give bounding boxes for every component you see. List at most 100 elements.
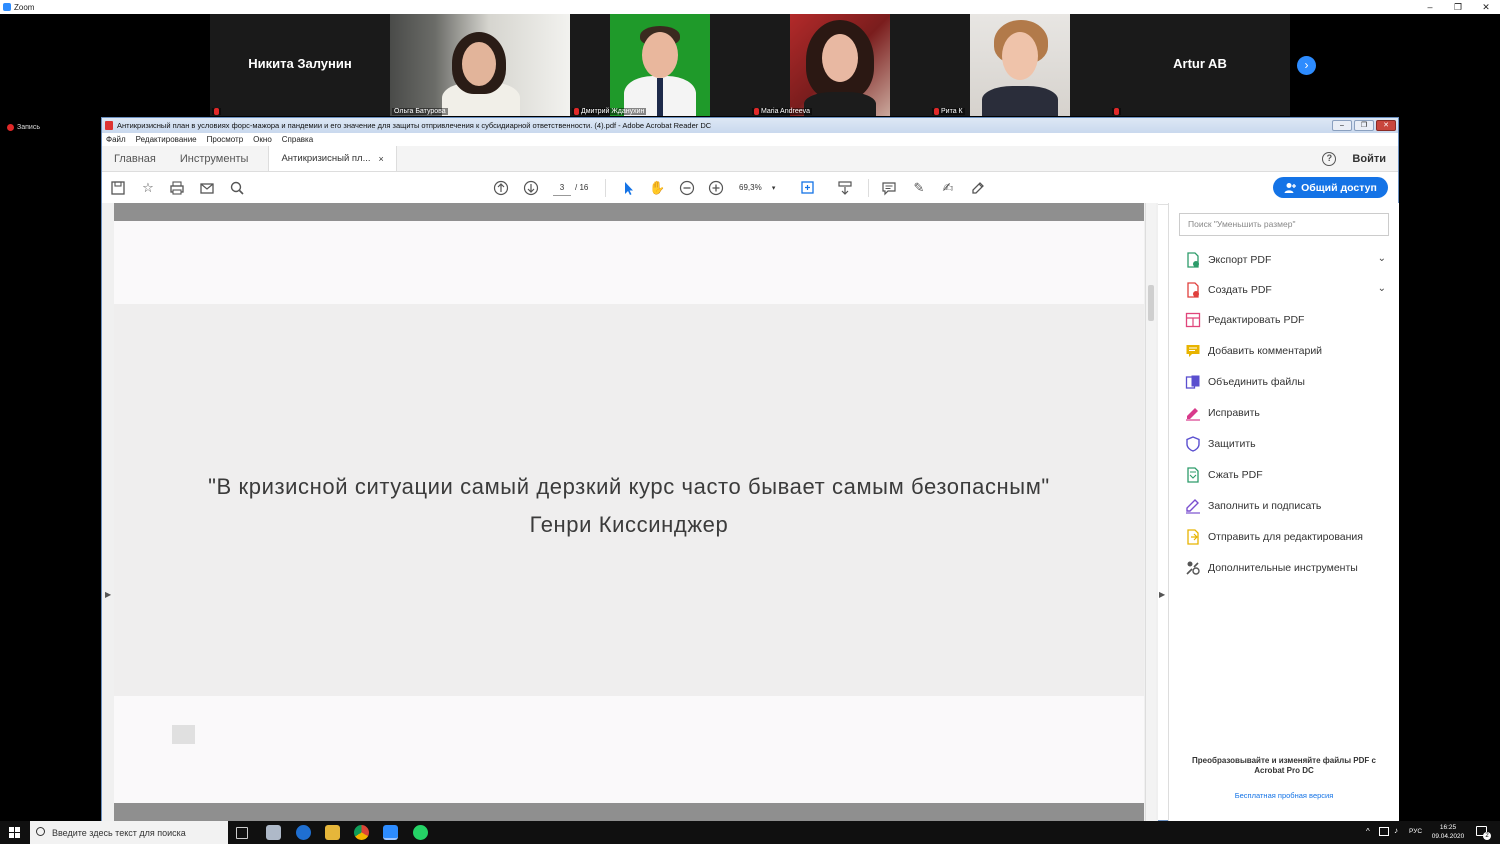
menu-edit[interactable]: Редактирование: [136, 135, 197, 144]
sign-icon[interactable]: ✍: [940, 180, 956, 196]
edit-pdf-icon[interactable]: [970, 180, 986, 196]
tool-edit-pdf[interactable]: Редактировать PDF: [1185, 310, 1390, 330]
menu-view[interactable]: Просмотр: [207, 135, 244, 144]
acrobat-toolbar: ☆ 3 / 16 ✋ 69,3% ▾ ✎ ✍: [102, 172, 1398, 205]
participant-video: [790, 14, 890, 116]
email-icon[interactable]: [199, 180, 215, 196]
tool-more-tools[interactable]: Дополнительные инструменты: [1185, 558, 1390, 578]
next-page-icon[interactable]: [523, 180, 539, 196]
participant-tile[interactable]: Maria Andreeva: [750, 14, 930, 116]
page-decoration: [172, 725, 195, 744]
share-button[interactable]: Общий доступ: [1273, 177, 1388, 198]
windows-start-icon[interactable]: [9, 827, 20, 838]
zoom-close-button[interactable]: ✕: [1472, 0, 1500, 14]
tab-tools[interactable]: Инструменты: [168, 146, 261, 171]
tools-search-input[interactable]: Поиск "Уменьшить размер": [1179, 213, 1389, 236]
tool-send-for-review[interactable]: Отправить для редактирования: [1185, 527, 1390, 547]
tool-combine-files[interactable]: Объединить файлы: [1185, 372, 1390, 392]
hand-tool-icon[interactable]: ✋: [649, 180, 665, 196]
zoom-out-icon[interactable]: [679, 180, 695, 196]
fix-icon: [1185, 405, 1201, 421]
video-person-face: [1002, 32, 1038, 80]
tab-document[interactable]: Антикризисный пл... ×: [268, 146, 397, 171]
comment-icon[interactable]: [881, 180, 897, 196]
system-clock[interactable]: 16:25 09.04.2020: [1430, 823, 1466, 841]
prev-page-icon[interactable]: [493, 180, 509, 196]
participant-tile-active-speaker[interactable]: Ольга Батурова: [390, 14, 570, 116]
participant-video: [390, 14, 570, 116]
zoom-app-icon[interactable]: [383, 825, 398, 840]
tool-protect[interactable]: Защитить: [1185, 434, 1390, 454]
volume-icon[interactable]: ♪: [1394, 826, 1398, 835]
fit-page-icon[interactable]: [800, 180, 816, 196]
video-person-body: [982, 86, 1058, 116]
next-participants-arrow-icon[interactable]: ›: [1297, 56, 1316, 75]
menu-file[interactable]: Файл: [106, 135, 126, 144]
right-pane-toggle-icon[interactable]: ▶: [1159, 590, 1165, 599]
chevron-down-icon[interactable]: ⌄: [1378, 283, 1386, 294]
zoom-minimize-button[interactable]: –: [1416, 0, 1444, 14]
tool-label: Сжать PDF: [1208, 469, 1263, 481]
left-pane-toggle-icon[interactable]: ▶: [105, 590, 111, 599]
file-manager-icon[interactable]: [266, 825, 281, 840]
search-icon[interactable]: [229, 180, 245, 196]
zoom-in-icon[interactable]: [708, 180, 724, 196]
tool-fix[interactable]: Исправить: [1185, 403, 1390, 423]
scrollbar-thumb[interactable]: [1148, 285, 1154, 321]
highlight-pen-icon[interactable]: ✎: [911, 180, 927, 196]
tool-add-comment[interactable]: Добавить комментарий: [1185, 341, 1390, 361]
menu-help[interactable]: Справка: [282, 135, 313, 144]
menu-window[interactable]: Окно: [253, 135, 272, 144]
tool-label: Исправить: [1208, 407, 1260, 419]
participant-tile[interactable]: Дмитрий Жданухин: [570, 14, 750, 116]
folder-icon[interactable]: [325, 825, 340, 840]
tool-compress-pdf[interactable]: Сжать PDF: [1185, 465, 1390, 485]
acrobat-restore-button[interactable]: ❐: [1354, 120, 1374, 131]
tool-fill-sign[interactable]: Заполнить и подписать: [1185, 496, 1390, 516]
recording-indicator[interactable]: Запись: [7, 124, 40, 131]
fill-sign-icon: [1185, 498, 1201, 514]
print-icon[interactable]: [169, 180, 185, 196]
participant-strip: Никита Залунин Ольга Батурова Дмитрий Жд…: [210, 14, 1290, 116]
input-language[interactable]: РУС: [1409, 828, 1422, 835]
tools-pane: Поиск "Уменьшить размер" Экспорт PDF ⌄ С…: [1168, 203, 1399, 821]
select-cursor-icon[interactable]: [620, 180, 636, 196]
acrobat-minimize-button[interactable]: –: [1332, 120, 1352, 131]
zoom-level-value: 69,3%: [739, 183, 762, 192]
tab-close-icon[interactable]: ×: [379, 154, 384, 164]
save-icon[interactable]: [110, 180, 126, 196]
chrome-icon[interactable]: [354, 825, 369, 840]
bookmark-star-icon[interactable]: ☆: [140, 180, 156, 196]
page-number-input[interactable]: 3: [553, 180, 571, 196]
zoom-titlebar: Zoom – ❐ ✕: [0, 0, 1500, 14]
share-button-label: Общий доступ: [1301, 181, 1377, 194]
help-icon[interactable]: ?: [1322, 152, 1337, 166]
tab-home[interactable]: Главная: [102, 146, 168, 171]
tool-create-pdf[interactable]: Создать PDF ⌄: [1185, 280, 1390, 300]
scroll-mode-icon[interactable]: [837, 180, 853, 196]
document-viewport[interactable]: "В кризисной ситуации самый дерзкий курс…: [102, 203, 1165, 821]
acrobat-titlebar: Антикризисный план в условиях форс-мажор…: [102, 118, 1398, 133]
task-view-icon[interactable]: [236, 827, 248, 839]
whatsapp-icon[interactable]: [413, 825, 428, 840]
notification-count-badge: 2: [1483, 832, 1491, 840]
zoom-maximize-button[interactable]: ❐: [1444, 0, 1472, 14]
participant-tile[interactable]: Рита К: [930, 14, 1110, 116]
more-tools-icon: [1185, 560, 1201, 576]
quote-text: "В кризисной ситуации самый дерзкий курс…: [208, 474, 1050, 499]
login-button[interactable]: Войти: [1352, 153, 1386, 165]
acrobat-close-button[interactable]: ✕: [1376, 120, 1396, 131]
participant-tile[interactable]: Artur AB: [1110, 14, 1290, 116]
taskbar-search-input[interactable]: Введите здесь текст для поиска: [30, 821, 228, 844]
free-trial-link[interactable]: Бесплатная пробная версия: [1179, 791, 1389, 800]
participant-tile[interactable]: Никита Залунин: [210, 14, 390, 116]
tool-export-pdf[interactable]: Экспорт PDF ⌄: [1185, 250, 1390, 270]
network-icon[interactable]: [1379, 827, 1389, 836]
edge-browser-icon[interactable]: [296, 825, 311, 840]
chevron-down-icon[interactable]: ⌄: [1378, 253, 1386, 264]
zoom-level-select[interactable]: 69,3% ▾: [739, 180, 781, 197]
zoom-logo-icon: [3, 3, 11, 11]
vertical-scrollbar[interactable]: [1145, 203, 1156, 821]
taskbar: Введите здесь текст для поиска ^ ♪ РУС 1…: [0, 821, 1500, 844]
tray-chevron-up-icon[interactable]: ^: [1366, 827, 1370, 836]
